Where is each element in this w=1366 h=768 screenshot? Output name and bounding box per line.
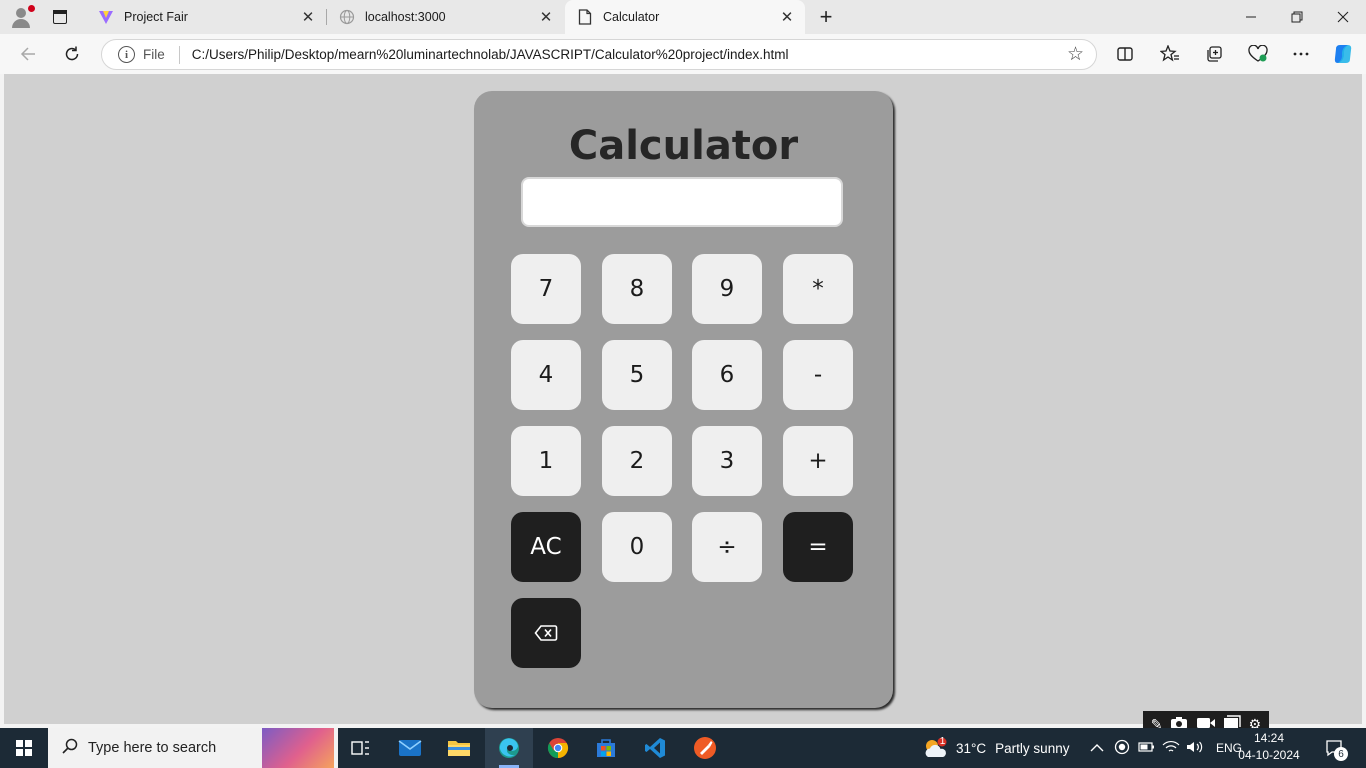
close-tab-icon[interactable]: ✕ xyxy=(536,7,556,27)
chrome-icon[interactable] xyxy=(534,728,582,768)
weather-widget[interactable]: 1 31°C Partly sunny xyxy=(922,728,1069,768)
weather-temperature: 31°C xyxy=(956,740,987,756)
key-0[interactable]: 0 xyxy=(602,512,672,582)
vite-logo-icon xyxy=(98,9,114,25)
task-view-icon[interactable] xyxy=(336,728,384,768)
favorite-star-icon[interactable]: ☆ xyxy=(1067,45,1084,64)
globe-icon xyxy=(339,9,355,25)
search-highlight-illustration xyxy=(262,728,334,768)
tab-localhost[interactable]: localhost:3000 ✕ xyxy=(327,0,564,34)
copilot-icon[interactable] xyxy=(1331,42,1355,66)
calculator-title: Calculator xyxy=(568,123,799,169)
edge-browser-icon[interactable] xyxy=(485,728,533,768)
key-6[interactable]: 6 xyxy=(692,340,762,410)
tab-actions-icon[interactable] xyxy=(50,7,70,27)
battery-icon[interactable] xyxy=(1138,740,1156,757)
partly-sunny-icon: 1 xyxy=(922,736,948,759)
file-explorer-icon[interactable] xyxy=(435,728,483,768)
favorites-icon[interactable] xyxy=(1158,42,1182,66)
windows-taskbar: Type here to search 1 31°C Partly sunny xyxy=(0,728,1366,768)
key-4[interactable]: 4 xyxy=(511,340,581,410)
taskbar-clock[interactable]: 14:24 04-10-2024 xyxy=(1238,730,1300,766)
vscode-icon[interactable] xyxy=(631,728,679,768)
tab-title: Calculator xyxy=(603,10,660,24)
refresh-icon[interactable] xyxy=(60,42,84,66)
wifi-icon[interactable] xyxy=(1162,740,1180,757)
address-divider xyxy=(178,45,180,64)
split-screen-icon[interactable] xyxy=(1113,42,1137,66)
all-clear-button[interactable]: AC xyxy=(511,512,581,582)
page-viewport: Calculator 7 8 9 * 4 5 6 - 1 2 3 + AC 0 … xyxy=(4,74,1362,724)
mail-icon[interactable] xyxy=(386,728,434,768)
tab-title: localhost:3000 xyxy=(365,10,446,24)
profile-avatar-icon[interactable] xyxy=(9,5,35,29)
taskbar-search-box[interactable]: Type here to search xyxy=(48,728,338,768)
search-icon xyxy=(62,738,78,759)
search-placeholder: Type here to search xyxy=(88,740,217,756)
system-tray: ENG xyxy=(1090,728,1242,768)
show-hidden-icons-chevron-icon[interactable] xyxy=(1090,741,1104,756)
back-arrow-icon[interactable] xyxy=(16,42,40,66)
url-text[interactable]: C:/Users/Philip/Desktop/mearn%20luminart… xyxy=(192,47,789,62)
postman-icon[interactable] xyxy=(681,728,729,768)
notification-count-badge: 6 xyxy=(1334,747,1348,761)
notification-center-icon[interactable]: 6 xyxy=(1322,736,1348,761)
new-tab-button[interactable]: + xyxy=(814,5,838,29)
clock-time: 14:24 xyxy=(1253,731,1285,745)
key-multiply[interactable]: * xyxy=(783,254,853,324)
key-subtract[interactable]: - xyxy=(783,340,853,410)
close-window-button[interactable] xyxy=(1320,0,1366,34)
navigation-bar: i File C:/Users/Philip/Desktop/mearn%20l… xyxy=(0,34,1366,74)
backspace-button[interactable] xyxy=(511,598,581,668)
key-3[interactable]: 3 xyxy=(692,426,762,496)
tab-title: Project Fair xyxy=(124,10,188,24)
collections-icon[interactable] xyxy=(1202,42,1226,66)
key-2[interactable]: 2 xyxy=(602,426,672,496)
address-bar[interactable]: i File C:/Users/Philip/Desktop/mearn%20l… xyxy=(101,39,1097,70)
key-1[interactable]: 1 xyxy=(511,426,581,496)
restore-button[interactable] xyxy=(1274,0,1320,34)
equals-button[interactable]: = xyxy=(783,512,853,582)
volume-icon[interactable] xyxy=(1186,740,1204,757)
key-9[interactable]: 9 xyxy=(692,254,762,324)
microsoft-store-icon[interactable] xyxy=(582,728,630,768)
calculator-panel: Calculator 7 8 9 * 4 5 6 - 1 2 3 + AC 0 … xyxy=(474,91,893,708)
tab-project-fair[interactable]: Project Fair ✕ xyxy=(86,0,326,34)
key-8[interactable]: 8 xyxy=(602,254,672,324)
key-5[interactable]: 5 xyxy=(602,340,672,410)
key-add[interactable]: + xyxy=(783,426,853,496)
key-7[interactable]: 7 xyxy=(511,254,581,324)
browser-essentials-icon[interactable] xyxy=(1246,42,1270,66)
site-info-icon[interactable]: i xyxy=(118,46,135,63)
profile-notification-dot xyxy=(28,5,35,12)
tab-strip: Project Fair ✕ localhost:3000 ✕ Calculat… xyxy=(0,0,1366,34)
minimize-button[interactable] xyxy=(1228,0,1274,34)
calculator-display[interactable] xyxy=(521,177,843,227)
url-scheme-label: File xyxy=(143,47,165,62)
weather-alert-count: 1 xyxy=(939,736,946,747)
start-button[interactable] xyxy=(0,728,48,768)
record-indicator-icon[interactable] xyxy=(1114,739,1130,758)
windows-logo-icon xyxy=(16,740,32,756)
clock-date: 04-10-2024 xyxy=(1238,748,1300,762)
backspace-icon xyxy=(534,625,558,641)
weather-condition: Partly sunny xyxy=(995,740,1070,756)
tab-calculator[interactable]: Calculator ✕ xyxy=(565,0,805,34)
close-tab-icon[interactable]: ✕ xyxy=(298,7,318,27)
document-icon xyxy=(577,9,593,25)
more-options-icon[interactable] xyxy=(1289,42,1313,66)
key-divide[interactable]: ÷ xyxy=(692,512,762,582)
close-tab-icon[interactable]: ✕ xyxy=(777,7,797,27)
